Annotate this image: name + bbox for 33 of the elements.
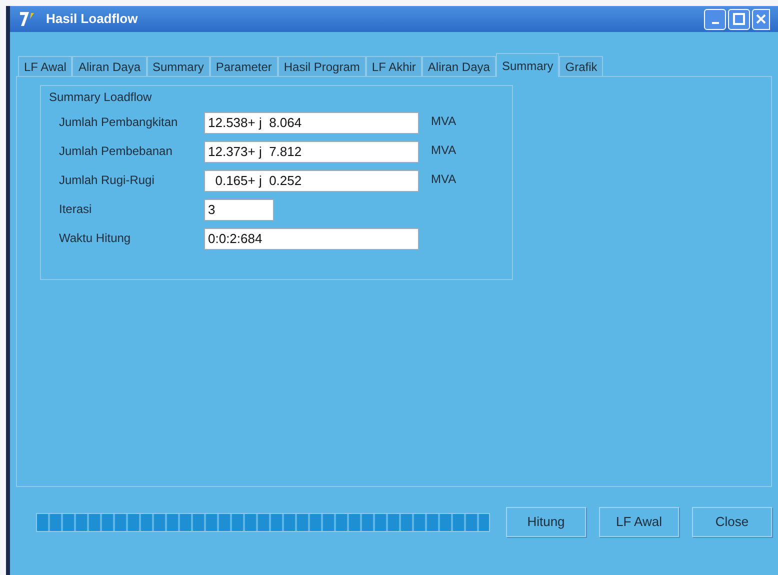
group-title: Summary Loadflow [49,89,153,106]
unit-label: MVA [431,171,456,188]
tab[interactable]: Aliran Daya [422,56,496,76]
minimize-icon [712,22,718,24]
input-field[interactable]: 0.165+ j 0.252 [204,170,419,192]
tab[interactable]: Parameter [210,56,278,76]
field-label: Waktu Hitung [59,230,132,247]
maximize-icon [733,13,745,25]
field-label: Jumlah Rugi-Rugi [59,172,156,189]
input-field[interactable]: 12.373+ j 7.812 [204,141,419,163]
tab[interactable]: Aliran Daya [72,56,146,76]
input-field[interactable]: 12.538+ j 8.064 [204,112,419,134]
close-icon [756,14,766,24]
minimize-button[interactable] [704,8,726,30]
field-label: Jumlah Pembangkitan [59,114,179,131]
close-button[interactable] [752,8,770,30]
tab[interactable]: Summary [496,53,560,77]
tab[interactable]: LF Awal [18,56,72,76]
tab[interactable]: Hasil Program [278,56,366,76]
dialog-button[interactable]: LF Awal [599,507,679,537]
maximize-button[interactable] [728,8,750,30]
unit-label: MVA [431,142,456,159]
dialog-button[interactable]: Close [692,507,772,537]
window-title: Hasil Loadflow [46,10,138,28]
input-field[interactable]: 0:0:2:684 [204,228,419,250]
tab[interactable]: Summary [146,56,210,76]
tab[interactable]: LF Akhir [366,56,422,76]
dialog-button[interactable]: Hitung [506,507,586,537]
tab[interactable]: Grafik [559,56,604,76]
field-label: Iterasi [59,201,93,218]
input-field[interactable]: 3 [204,199,274,221]
field-label: Jumlah Pembebanan [59,143,174,160]
unit-label: MVA [431,113,456,130]
